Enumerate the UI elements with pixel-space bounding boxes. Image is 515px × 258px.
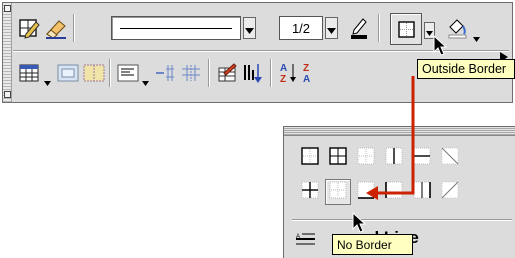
line-weight-dropdown[interactable]: 1/2 (279, 16, 323, 40)
inside-horizontal-border-option[interactable] (409, 145, 435, 171)
line-style-arrow[interactable] (243, 17, 256, 39)
outside-border-icon (398, 21, 415, 42)
border-color-button[interactable] (346, 15, 372, 41)
shading-arrow[interactable] (473, 27, 480, 46)
no-border-option[interactable] (325, 179, 351, 205)
line-style-dropdown[interactable] (111, 16, 241, 40)
svg-text:A: A (303, 74, 310, 85)
sort-descending-button[interactable]: Z A (299, 60, 325, 86)
table-autoformat-icon (216, 63, 238, 83)
diagonal-up-border-icon (441, 181, 459, 203)
line-weight-arrow[interactable] (325, 17, 338, 39)
insert-table-button[interactable] (16, 60, 42, 86)
close-box[interactable] (4, 5, 11, 12)
insert-table-icon (19, 64, 39, 82)
toolbar-grip[interactable] (3, 3, 12, 102)
inside-vertical-border-option[interactable] (381, 145, 407, 171)
inside-horizontal-border-icon (413, 147, 431, 169)
diagonal-down-border-option[interactable] (437, 145, 463, 171)
split-cells-icon (83, 64, 105, 82)
mouse-cursor-icon (352, 211, 368, 238)
bottom-border-option[interactable] (353, 179, 379, 205)
align-button[interactable] (115, 60, 141, 86)
mouse-cursor-icon (433, 34, 449, 61)
diagonal-up-border-option[interactable] (437, 179, 463, 205)
chevron-down-icon (473, 27, 480, 46)
inside-vertical-border-icon (385, 147, 403, 169)
top-border-option[interactable] (353, 145, 379, 171)
borders-button[interactable] (390, 13, 422, 45)
diagonal-down-border-icon (441, 147, 459, 169)
outside-border-option[interactable] (297, 145, 323, 171)
no-border-icon (329, 181, 347, 203)
outside-border-icon (301, 147, 319, 169)
shading-icon (446, 17, 468, 39)
eraser-icon (44, 17, 68, 39)
draw-table-icon (18, 17, 40, 39)
no-border-tooltip: No Border (332, 234, 413, 255)
sort-descending-icon: Z A (301, 61, 323, 85)
border-color-icon (348, 16, 370, 40)
left-border-icon (385, 181, 403, 203)
chevron-down-icon (245, 19, 254, 38)
palette-title-bar[interactable] (284, 127, 515, 136)
chevron-down-icon (426, 21, 433, 40)
eraser-button[interactable] (43, 15, 69, 41)
chevron-down-icon (142, 71, 149, 90)
chevron-down-icon (44, 71, 51, 90)
horizontal-line-icon: A (296, 231, 316, 251)
svg-text:Z: Z (280, 74, 286, 85)
merge-cells-icon (57, 64, 79, 82)
top-border-icon (357, 147, 375, 169)
all-borders-option[interactable] (325, 145, 351, 171)
draw-table-button[interactable] (16, 15, 42, 41)
svg-text:A: A (280, 63, 287, 74)
distribute-columns-icon (180, 63, 202, 83)
right-border-option[interactable] (409, 179, 435, 205)
insert-table-arrow[interactable] (44, 71, 51, 90)
align-arrow[interactable] (142, 71, 149, 90)
zoom-box[interactable] (4, 91, 11, 98)
sort-button[interactable] (240, 60, 266, 86)
inside-border-option[interactable] (297, 179, 323, 205)
merge-cells-button[interactable] (55, 60, 81, 86)
distribute-rows-button[interactable] (152, 60, 178, 86)
distribute-rows-icon (154, 63, 176, 83)
svg-text:Z: Z (303, 63, 309, 74)
split-cells-button[interactable] (81, 60, 107, 86)
align-icon (117, 64, 139, 82)
chevron-down-icon (327, 19, 336, 38)
inside-border-icon (301, 181, 319, 203)
all-borders-icon (329, 147, 347, 169)
distribute-columns-button[interactable] (178, 60, 204, 86)
table-autoformat-button[interactable] (214, 60, 240, 86)
sort-icon (242, 62, 264, 84)
bottom-border-icon (357, 181, 375, 203)
sort-ascending-icon: A Z (278, 61, 300, 85)
right-border-icon (413, 181, 431, 203)
outside-border-tooltip: Outside Border (417, 59, 515, 79)
left-border-option[interactable] (381, 179, 407, 205)
